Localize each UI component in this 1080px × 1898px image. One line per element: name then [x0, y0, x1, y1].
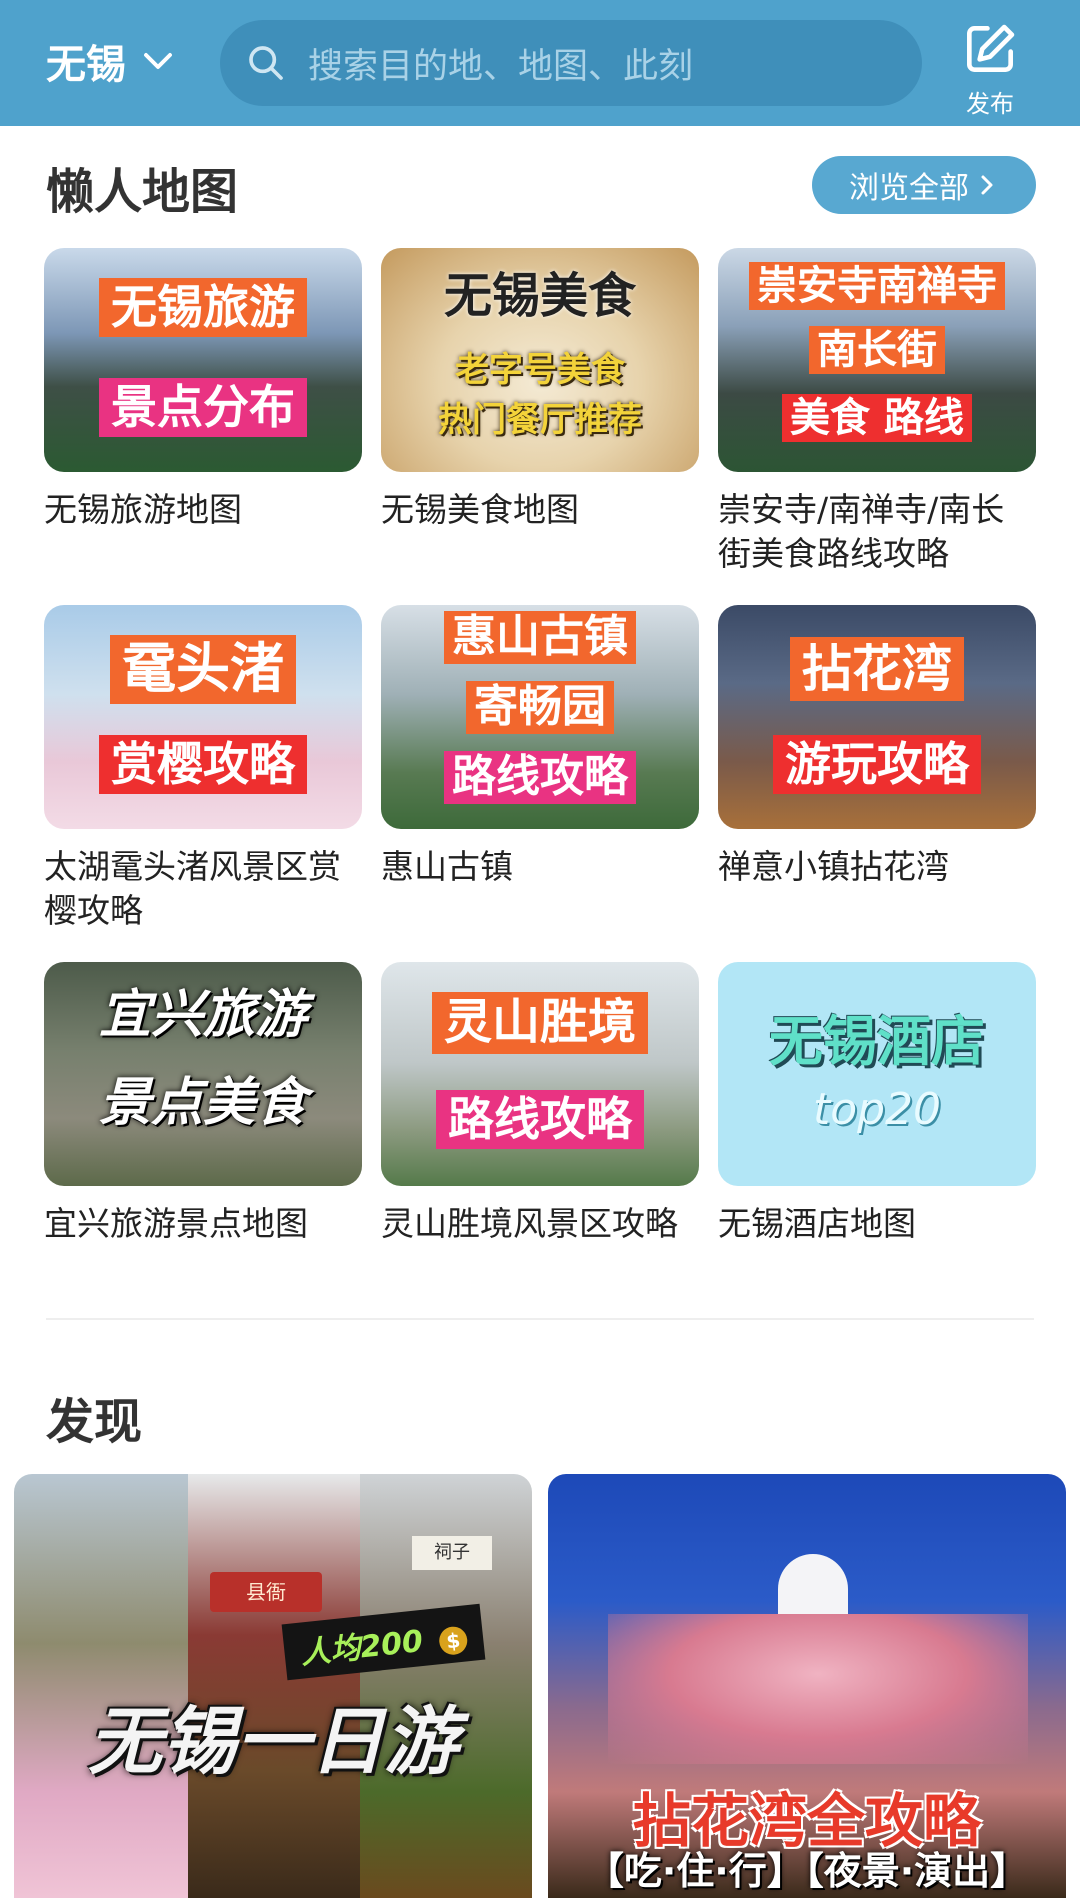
browse-all-label: 浏览全部	[849, 171, 969, 206]
map-card[interactable]: 无锡旅游 景点分布 无锡旅游地图	[44, 248, 362, 532]
search-input[interactable]: 搜索目的地、地图、此刻	[220, 20, 922, 106]
map-card[interactable]: 宜兴旅游 景点美食 宜兴旅游景点地图	[44, 962, 362, 1246]
thumb-tag: 无锡美食	[443, 268, 636, 324]
thumb-tag: 景点分布	[99, 378, 307, 438]
search-icon	[249, 46, 283, 80]
map-name: 禅意小镇拈花湾	[718, 847, 949, 886]
top-bar: 无锡 搜索目的地、地图、此刻 发布	[0, 0, 1080, 126]
thumb-tag: 宜兴旅游	[98, 985, 307, 1045]
thumb-tag: 崇安寺南禅寺	[749, 262, 1005, 310]
chevron-down-icon	[144, 53, 172, 69]
map-thumbnail: 无锡美食 老字号美食 热门餐厅推荐	[381, 248, 699, 472]
thumb-tag: top20	[812, 1084, 942, 1135]
thumb-tag: 游玩攻略	[773, 735, 981, 795]
map-card[interactable]: 惠山古镇 寄畅园 路线攻略 惠山古镇	[381, 605, 699, 889]
map-name: 无锡酒店地图	[718, 1204, 916, 1243]
discover-card[interactable]: 县衙 祠子 人均200 $ 无锡一日游	[14, 1474, 532, 1898]
search-placeholder: 搜索目的地、地图、此刻	[308, 46, 694, 87]
discover-headline: 无锡一日游	[88, 1699, 458, 1785]
map-card[interactable]: 崇安寺南禅寺 南长街 美食 路线 崇安寺/南禅寺/南长街美食路线攻略	[718, 248, 1036, 576]
map-thumbnail: 灵山胜境 路线攻略	[381, 962, 699, 1186]
shop-sign: 县衙	[210, 1572, 322, 1612]
section-title-discover: 发现	[46, 1394, 143, 1450]
section-title-lazy-map: 懒人地图	[46, 164, 239, 220]
edit-icon	[967, 24, 1015, 72]
thumb-tag: 无锡酒店	[769, 1010, 985, 1073]
city-name: 无锡	[46, 42, 126, 88]
chevron-right-icon	[981, 175, 993, 195]
section-divider	[46, 1318, 1034, 1320]
map-thumbnail: 拈花湾 游玩攻略	[718, 605, 1036, 829]
thumb-tag: 路线攻略	[444, 751, 636, 804]
map-thumbnail: 惠山古镇 寄畅园 路线攻略	[381, 605, 699, 829]
thumb-tag: 拈花湾	[790, 637, 964, 701]
publish-label: 发布	[966, 90, 1014, 118]
thumb-tag: 景点美食	[98, 1073, 307, 1133]
thumb-tag: 灵山胜境	[431, 992, 648, 1054]
map-card[interactable]: 无锡美食 老字号美食 热门餐厅推荐 无锡美食地图	[381, 248, 699, 532]
map-name: 惠山古镇	[381, 847, 513, 886]
discover-card[interactable]: 拈花湾全攻略 【吃·住·行】【夜景·演出】	[548, 1474, 1066, 1898]
money-bag-icon: $	[437, 1625, 469, 1657]
map-card[interactable]: 鼋头渚 赏樱攻略 太湖鼋头渚风景区赏樱攻略	[44, 605, 362, 933]
thumb-tag: 美食 路线	[782, 394, 972, 442]
thumb-tag: 老字号美食	[455, 350, 625, 390]
map-thumbnail: 无锡旅游 景点分布	[44, 248, 362, 472]
map-thumbnail: 宜兴旅游 景点美食	[44, 962, 362, 1186]
thumb-tag: 惠山古镇	[444, 611, 636, 664]
map-name: 崇安寺/南禅寺/南长街美食路线攻略	[718, 490, 1005, 573]
map-thumbnail: 崇安寺南禅寺 南长街 美食 路线	[718, 248, 1036, 472]
map-card[interactable]: 拈花湾 游玩攻略 禅意小镇拈花湾	[718, 605, 1036, 889]
thumb-tag: 路线攻略	[436, 1090, 644, 1150]
map-thumbnail: 鼋头渚 赏樱攻略	[44, 605, 362, 829]
publish-button[interactable]: 发布	[950, 18, 1030, 118]
thumb-tag: 鼋头渚	[110, 635, 296, 704]
browse-all-button[interactable]: 浏览全部	[812, 156, 1036, 214]
blossom-decoration	[608, 1614, 1028, 1764]
price-badge-text: 人均200	[298, 1623, 425, 1672]
map-name: 无锡美食地图	[381, 490, 579, 529]
thumb-tag: 寄畅园	[466, 681, 614, 734]
map-name: 太湖鼋头渚风景区赏樱攻略	[44, 847, 341, 930]
shop-sign: 祠子	[412, 1536, 492, 1570]
thumb-tag: 南长街	[809, 326, 945, 374]
thumb-tag: 无锡旅游	[99, 278, 307, 338]
map-thumbnail: 无锡酒店 top20	[718, 962, 1036, 1186]
map-card[interactable]: 灵山胜境 路线攻略 灵山胜境风景区攻略	[381, 962, 699, 1246]
map-card[interactable]: 无锡酒店 top20 无锡酒店地图	[718, 962, 1036, 1246]
map-name: 宜兴旅游景点地图	[44, 1204, 308, 1243]
discover-subline: 【吃·住·行】【夜景·演出】	[585, 1849, 1029, 1893]
city-selector[interactable]: 无锡	[46, 30, 176, 92]
map-name: 无锡旅游地图	[44, 490, 242, 529]
thumb-tag: 赏樱攻略	[99, 735, 307, 795]
thumb-tag: 热门餐厅推荐	[438, 400, 642, 440]
map-name: 灵山胜境风景区攻略	[381, 1204, 678, 1243]
